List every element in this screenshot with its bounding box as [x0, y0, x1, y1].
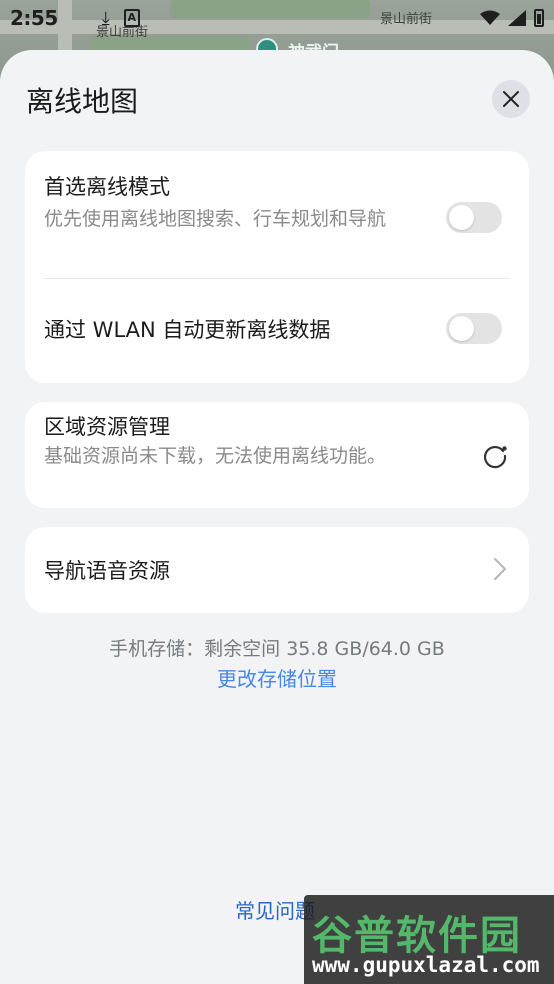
setting-row-wlan-update[interactable]: 通过 WLAN 自动更新离线数据: [25, 279, 529, 383]
change-storage-link[interactable]: 更改存储位置: [0, 663, 554, 692]
setting-title: 首选离线模式: [44, 175, 170, 199]
close-icon: [503, 91, 519, 107]
watermark: 谷普软件园 www.gupuxlazal.com: [304, 895, 554, 984]
wlan-update-toggle[interactable]: [446, 313, 502, 344]
watermark-url: www.gupuxlazal.com: [312, 953, 540, 977]
setting-subtitle: 基础资源尚未下载，无法使用离线功能。: [44, 445, 387, 467]
storage-info: 手机存储：剩余空间 35.8 GB/64.0 GB: [109, 638, 445, 660]
sheet-title: 离线地图: [26, 85, 139, 118]
refresh-icon[interactable]: [481, 442, 509, 470]
region-resources-card[interactable]: 区域资源管理 基础资源尚未下载，无法使用离线功能。: [25, 402, 529, 508]
toggle-knob: [449, 205, 474, 230]
preferred-offline-toggle[interactable]: [446, 202, 502, 233]
status-icons: [480, 9, 544, 27]
signal-icon: [508, 10, 526, 26]
setting-title: 通过 WLAN 自动更新离线数据: [44, 318, 331, 342]
wifi-icon: [480, 10, 500, 25]
close-button[interactable]: [492, 80, 530, 118]
faq-link[interactable]: 常见问题: [235, 895, 315, 924]
setting-row-preferred-offline[interactable]: 首选离线模式 优先使用离线地图搜索、行车规划和导航: [25, 151, 529, 278]
status-time: 2:55: [10, 6, 58, 30]
download-icon: ⤓: [101, 7, 110, 29]
setting-title: 导航语音资源: [44, 559, 170, 583]
setting-subtitle: 优先使用离线地图搜索、行车规划和导航: [44, 208, 387, 230]
chevron-right-icon: [494, 558, 506, 580]
setting-title: 区域资源管理: [44, 415, 170, 439]
a-icon: A: [123, 9, 140, 27]
offline-map-sheet: 离线地图 首选离线模式 优先使用离线地图搜索、行车规划和导航 通过 WLAN 自…: [0, 50, 554, 984]
toggle-knob: [449, 316, 474, 341]
battery-icon: [534, 9, 544, 27]
offline-settings-card: 首选离线模式 优先使用离线地图搜索、行车规划和导航 通过 WLAN 自动更新离线…: [25, 151, 529, 383]
status-bar: 2:55 ⤓ A: [0, 0, 554, 36]
voice-resources-card[interactable]: 导航语音资源: [25, 527, 529, 613]
